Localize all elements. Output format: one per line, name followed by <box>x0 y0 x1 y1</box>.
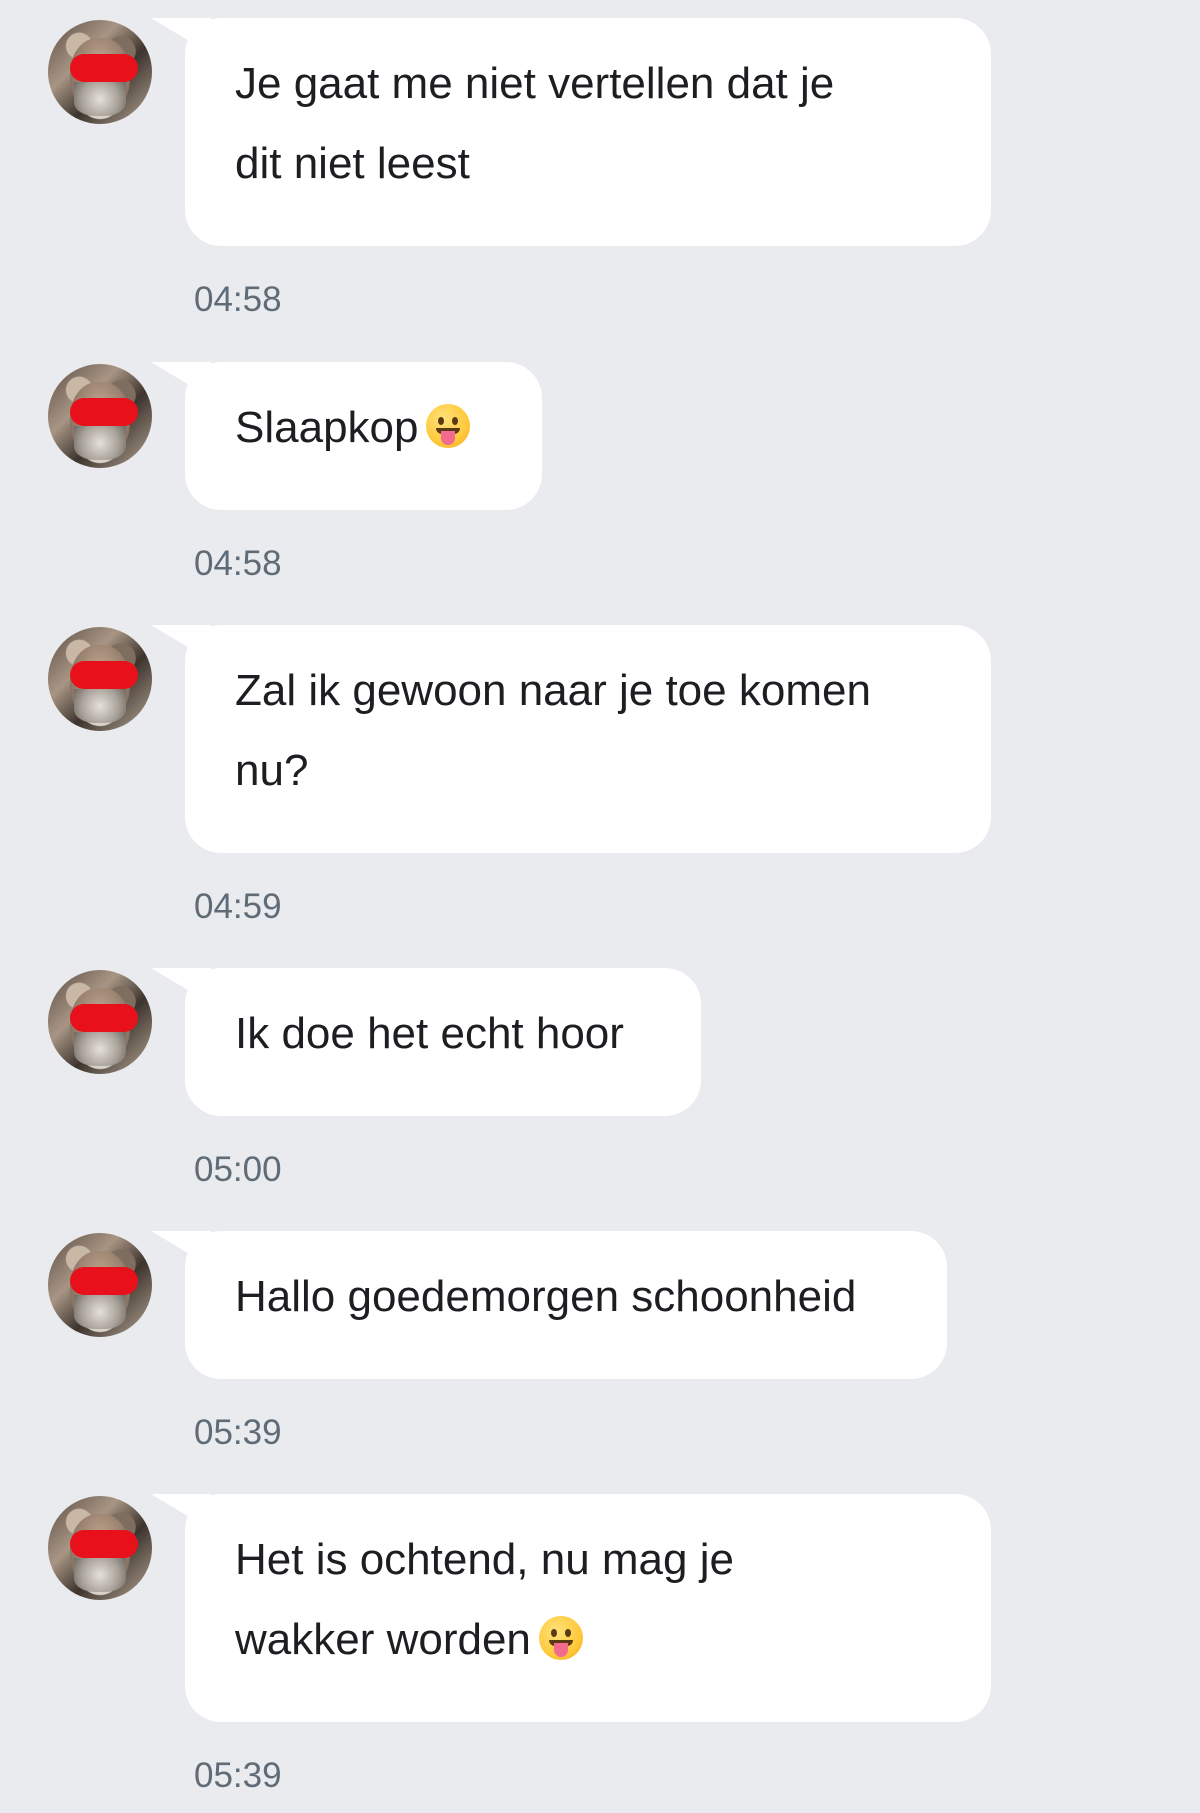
message-text-line: Ik doe het echt hoor <box>235 1009 624 1058</box>
message-timestamp: 04:58 <box>194 280 282 319</box>
message-text-line: Slaapkop <box>235 403 419 452</box>
message-text-line: Je gaat me niet vertellen dat je <box>235 59 835 108</box>
censor-bar <box>70 1267 138 1295</box>
message-bubble[interactable]: Je gaat me niet vertellen dat je dit nie… <box>185 18 991 246</box>
message-bubble[interactable]: Ik doe het echt hoor <box>185 968 701 1116</box>
message-timestamp: 04:59 <box>194 887 282 926</box>
censor-bar <box>70 1530 138 1558</box>
message-text-line: dit niet leest <box>235 139 470 188</box>
censor-bar <box>70 1004 138 1032</box>
message-text-line: nu? <box>235 746 309 795</box>
message-text-line: Zal ik gewoon naar je toe komen <box>235 666 871 715</box>
message-timestamp: 04:58 <box>194 544 282 583</box>
message-timestamp: 05:00 <box>194 1150 282 1189</box>
message-bubble[interactable]: Zal ik gewoon naar je toe komen nu? <box>185 625 991 853</box>
censor-bar <box>70 54 138 82</box>
message-text-line: Het is ochtend, nu mag je <box>235 1535 734 1584</box>
sender-avatar[interactable] <box>48 20 152 124</box>
sender-avatar[interactable] <box>48 364 152 468</box>
censor-bar <box>70 661 138 689</box>
face-with-tongue-icon <box>538 1616 583 1660</box>
message-bubble[interactable]: Hallo goedemorgen schoonheid <box>185 1231 947 1379</box>
sender-avatar[interactable] <box>48 1496 152 1600</box>
message-text-line: Hallo goedemorgen schoonheid <box>235 1272 857 1321</box>
message-bubble[interactable]: Het is ochtend, nu mag je wakker worden <box>185 1494 991 1722</box>
message-bubble[interactable]: Slaapkop <box>185 362 542 510</box>
sender-avatar[interactable] <box>48 970 152 1074</box>
message-timestamp: 05:39 <box>194 1413 282 1452</box>
censor-bar <box>70 398 138 426</box>
message-timestamp: 05:39 <box>194 1756 282 1795</box>
message-thread: Je gaat me niet vertellen dat je dit nie… <box>0 0 1200 1813</box>
face-with-tongue-icon <box>426 404 471 448</box>
sender-avatar[interactable] <box>48 627 152 731</box>
sender-avatar[interactable] <box>48 1233 152 1337</box>
message-text-line: wakker worden <box>235 1615 531 1664</box>
